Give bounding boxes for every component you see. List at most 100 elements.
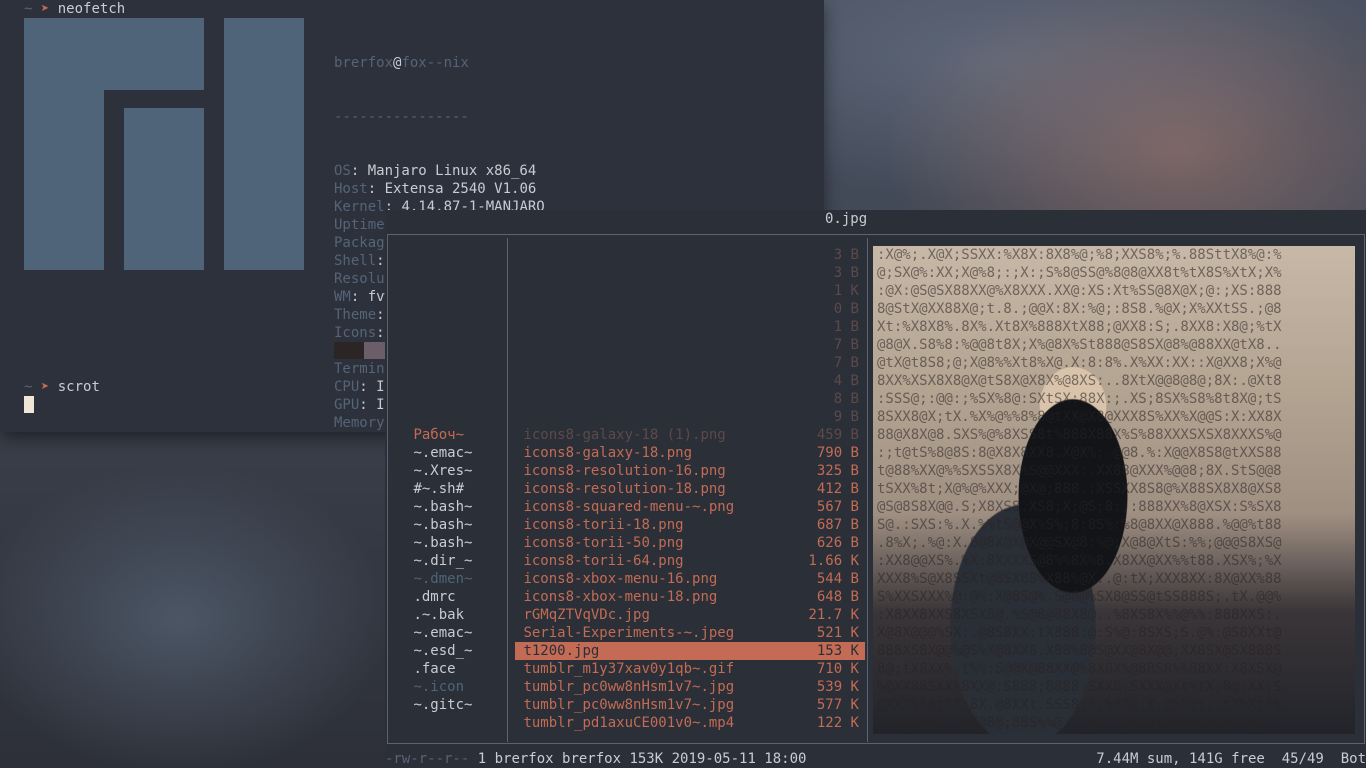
parent-dir-label: ~.dmen~	[413, 571, 473, 587]
parent-dir-label: ~.gitc~	[413, 697, 473, 713]
file-row[interactable]: 8 B	[515, 390, 865, 408]
file-row[interactable]: icons8-torii-50.png 626 B	[515, 534, 865, 552]
info-key: Theme	[334, 307, 377, 323]
file-name: t1200.jpg	[523, 643, 600, 659]
file-row[interactable]: icons8-torii-18.png 687 B	[515, 516, 865, 534]
info-key: WM	[334, 289, 351, 305]
file-name-cell: icons8-torii-50.png	[515, 534, 683, 552]
parent-dir-item[interactable]: .dmrc	[405, 588, 472, 606]
parent-dir-item[interactable]: .face	[405, 660, 472, 678]
file-name: icons8-xbox-menu-16.png	[523, 571, 718, 587]
info-separator: :	[359, 397, 377, 413]
file-details: 1 brerfox brerfox 153K 2019-05-11 18:00	[469, 751, 807, 767]
file-row[interactable]: tumblr_pc0ww8nHsm1v7~.jpg 577 K	[515, 696, 865, 714]
info-key: Kernel	[334, 199, 385, 215]
file-row[interactable]: 4 B	[515, 372, 865, 390]
file-row[interactable]: tumblr_m1y37xav0y1qb~.gif 710 K	[515, 660, 865, 678]
text-cursor	[24, 396, 34, 413]
parent-dir-item[interactable]: ~.dmen~	[405, 570, 472, 588]
ranger-window[interactable]: 0.jpg Рабоч~ ~.emac~ ~.Xres~ #~.sh# ~.ba…	[385, 210, 1366, 768]
file-row[interactable]: icons8-xbox-menu-16.png 544 B	[515, 570, 865, 588]
info-separator: :	[367, 181, 385, 197]
file-row[interactable]: icons8-torii-64.png 1.66 K	[515, 552, 865, 570]
status-bar: -rw-r--r-- 1 brerfox brerfox 153K 2019-0…	[385, 750, 1366, 768]
parent-dir-item[interactable]: Рабоч~	[405, 426, 472, 444]
file-row[interactable]: tumblr_pc0ww8nHsm1v7~.jpg 539 K	[515, 678, 865, 696]
command-text: neofetch	[57, 1, 126, 17]
parent-dir-item[interactable]: ~.emac~	[405, 624, 472, 642]
file-row[interactable]: tumblr_pd1axuCE001v0~.mp4 122 K	[515, 714, 865, 732]
parent-dir-label: Рабоч~	[413, 427, 465, 443]
file-name-cell: icons8-resolution-16.png	[515, 462, 725, 480]
file-row[interactable]: rGMqZTVqVDc.jpg 21.7 K	[515, 606, 865, 624]
file-row[interactable]: 3 B	[515, 246, 865, 264]
file-name-cell: rGMqZTVqVDc.jpg	[515, 606, 650, 624]
file-row[interactable]: 1 K	[515, 282, 865, 300]
parent-dir-item[interactable]: ~.bash~	[405, 516, 472, 534]
file-row[interactable]: Serial-Experiments-~.jpeg 521 K	[515, 624, 865, 642]
prompt-line-1: ~ ➤ neofetch	[24, 0, 125, 18]
file-row[interactable]: icons8-galaxy-18.png 790 B	[515, 444, 865, 462]
file-name-cell: tumblr_pc0ww8nHsm1v7~.jpg	[515, 678, 734, 696]
file-size: 3 B	[833, 265, 859, 281]
file-name-cell: Serial-Experiments-~.jpeg	[515, 624, 734, 642]
parent-dir-item[interactable]: ~.bash~	[405, 498, 472, 516]
file-row[interactable]: 9 B	[515, 408, 865, 426]
parent-dir-item[interactable]: ~.gitc~	[405, 696, 472, 714]
parent-dir-label: ~.bash~	[413, 499, 473, 515]
parent-directory-column: Рабоч~ ~.emac~ ~.Xres~ #~.sh# ~.bash~ ~.…	[405, 426, 472, 714]
info-key: GPU	[334, 397, 360, 413]
file-size: 459 B	[816, 427, 859, 443]
parent-dir-label: .dmrc	[413, 589, 456, 605]
info-key: Shell	[334, 253, 377, 269]
username: brerfox	[334, 55, 394, 71]
file-size: 626 B	[816, 535, 859, 551]
prompt-line-2: ~ ➤ scrot	[24, 378, 100, 396]
parent-dir-item[interactable]: #~.sh#	[405, 480, 472, 498]
command-text: scrot	[57, 379, 100, 395]
file-row[interactable]: icons8-resolution-16.png 325 B	[515, 462, 865, 480]
file-row[interactable]: 1 B	[515, 318, 865, 336]
parent-dir-label: ~.Xres~	[413, 463, 473, 479]
file-size: 687 B	[816, 517, 859, 533]
file-name: tumblr_pd1axuCE001v0~.mp4	[523, 715, 735, 731]
file-row[interactable]: icons8-xbox-menu-18.png 648 B	[515, 588, 865, 606]
file-name-cell: icons8-galaxy-18 (1).png	[515, 426, 725, 444]
file-size: 0 B	[833, 301, 859, 317]
file-row[interactable]: icons8-resolution-18.png 412 B	[515, 480, 865, 498]
info-key: Uptime	[334, 217, 385, 233]
file-size: 122 K	[816, 715, 859, 731]
file-row[interactable]: 0 B	[515, 300, 865, 318]
user-host: brerfox@fox--nix	[334, 54, 671, 72]
parent-dir-item[interactable]: .~.bak	[405, 606, 472, 624]
file-row[interactable]: icons8-squared-menu-~.png 567 B	[515, 498, 865, 516]
parent-dir-item[interactable]: ~.bash~	[405, 534, 472, 552]
file-size: 21.7 K	[808, 607, 859, 623]
file-row[interactable]: 3 B	[515, 264, 865, 282]
file-size: 9 B	[833, 409, 859, 425]
color-swatch	[334, 342, 364, 359]
parent-dir-label: ~.bash~	[413, 517, 473, 533]
file-row-selected[interactable]: t1200.jpg 153 K	[515, 642, 865, 660]
parent-dir-label: ~.icon	[413, 679, 465, 695]
parent-dir-item[interactable]: ~.esd_~	[405, 642, 472, 660]
file-row[interactable]: 7 B	[515, 354, 865, 372]
file-size: 1.66 K	[808, 553, 859, 569]
file-row[interactable]: icons8-galaxy-18 (1).png 459 B	[515, 426, 865, 444]
parent-dir-item[interactable]: ~.icon	[405, 678, 472, 696]
file-size: 412 B	[816, 481, 859, 497]
ascii-preview-art: :X@%;.X@X;SSXX:%X8X:8X8%@;%8;XXS8%;%.88S…	[877, 247, 1282, 731]
file-size: 7 B	[833, 355, 859, 371]
parent-dir-item[interactable]: ~.Xres~	[405, 462, 472, 480]
parent-dir-label: ~.emac~	[413, 625, 473, 641]
parent-dir-label: #~.sh#	[413, 481, 465, 497]
file-row[interactable]: 7 B	[515, 336, 865, 354]
manjaro-logo-right	[224, 18, 304, 270]
file-name: rGMqZTVqVDc.jpg	[523, 607, 650, 623]
parent-dir-item[interactable]: ~.emac~	[405, 444, 472, 462]
file-size: 521 K	[816, 625, 859, 641]
file-size: 567 B	[816, 499, 859, 515]
parent-dir-item[interactable]: ~.dir_~	[405, 552, 472, 570]
info-key: OS	[334, 163, 351, 179]
file-name-cell: icons8-resolution-18.png	[515, 480, 725, 498]
